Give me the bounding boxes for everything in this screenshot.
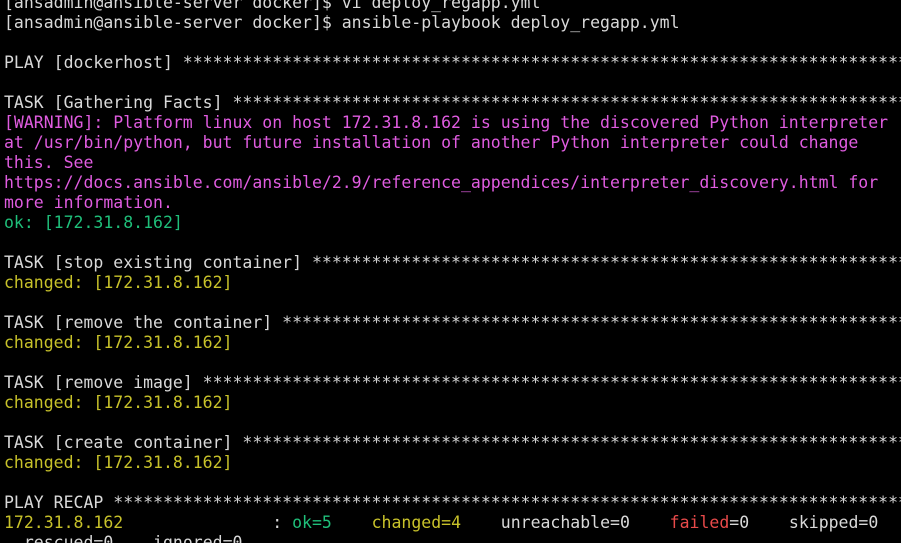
terminal-window[interactable]: [ansadmin@ansible-server docker]$ vi dep…	[0, 0, 901, 543]
warning-line: at /usr/bin/python, but future installat…	[4, 133, 859, 152]
recap-summary-line-continued: rescued=0 ignored=0	[4, 533, 901, 543]
recap-gap	[630, 513, 670, 532]
warning-line: [WARNING]: Platform linux on host 172.31…	[4, 113, 889, 132]
task-header-remove-image: TASK [remove image] ********************…	[4, 373, 901, 392]
shell-prompt-command: [ansadmin@ansible-server docker]$ ansibl…	[4, 13, 680, 32]
clipped-previous-line: [ansadmin@ansible-server docker]$ vi dep…	[4, 0, 541, 12]
recap-gap	[332, 513, 372, 532]
warning-line: https://docs.ansible.com/ansible/2.9/ref…	[4, 173, 879, 192]
recap-unreachable: unreachable=0	[500, 513, 630, 532]
task-result-changed: changed: [172.31.8.162]	[4, 333, 233, 352]
task-header-stop-existing-container: TASK [stop existing container] *********…	[4, 253, 901, 272]
play-recap-header: PLAY RECAP *****************************…	[4, 493, 901, 512]
task-result-changed: changed: [172.31.8.162]	[4, 393, 233, 412]
recap-failed-label: failed	[669, 513, 730, 532]
recap-failed-value: =0	[729, 513, 750, 532]
recap-indent	[4, 533, 24, 543]
terminal-output: [ansadmin@ansible-server docker]$ vi dep…	[4, 0, 901, 543]
recap-gap	[461, 513, 501, 532]
warning-line: this. See	[4, 153, 94, 172]
task-header-remove-the-container: TASK [remove the container] ************…	[4, 313, 901, 332]
warning-line: more information.	[4, 193, 173, 212]
recap-summary-line: 172.31.8.162 : ok=5 changed=4 unreachabl…	[4, 513, 901, 533]
recap-separator: :	[123, 513, 293, 532]
task-header-create-container: TASK [create container] ****************…	[4, 433, 901, 452]
recap-ok: ok=5	[292, 513, 332, 532]
recap-changed: changed=4	[371, 513, 462, 532]
recap-rescued: rescued=0	[23, 533, 114, 543]
recap-host: 172.31.8.162	[4, 513, 124, 532]
recap-skipped: skipped=0	[788, 513, 879, 532]
task-result-changed: changed: [172.31.8.162]	[4, 273, 233, 292]
recap-gap	[113, 533, 153, 543]
recap-ignored: ignored=0	[153, 533, 243, 543]
play-header: PLAY [dockerhost] **********************…	[4, 53, 901, 72]
task-result-ok: ok: [172.31.8.162]	[4, 213, 183, 232]
task-result-changed: changed: [172.31.8.162]	[4, 453, 233, 472]
task-header-gathering-facts: TASK [Gathering Facts] *****************…	[4, 93, 901, 112]
recap-gap	[749, 513, 789, 532]
